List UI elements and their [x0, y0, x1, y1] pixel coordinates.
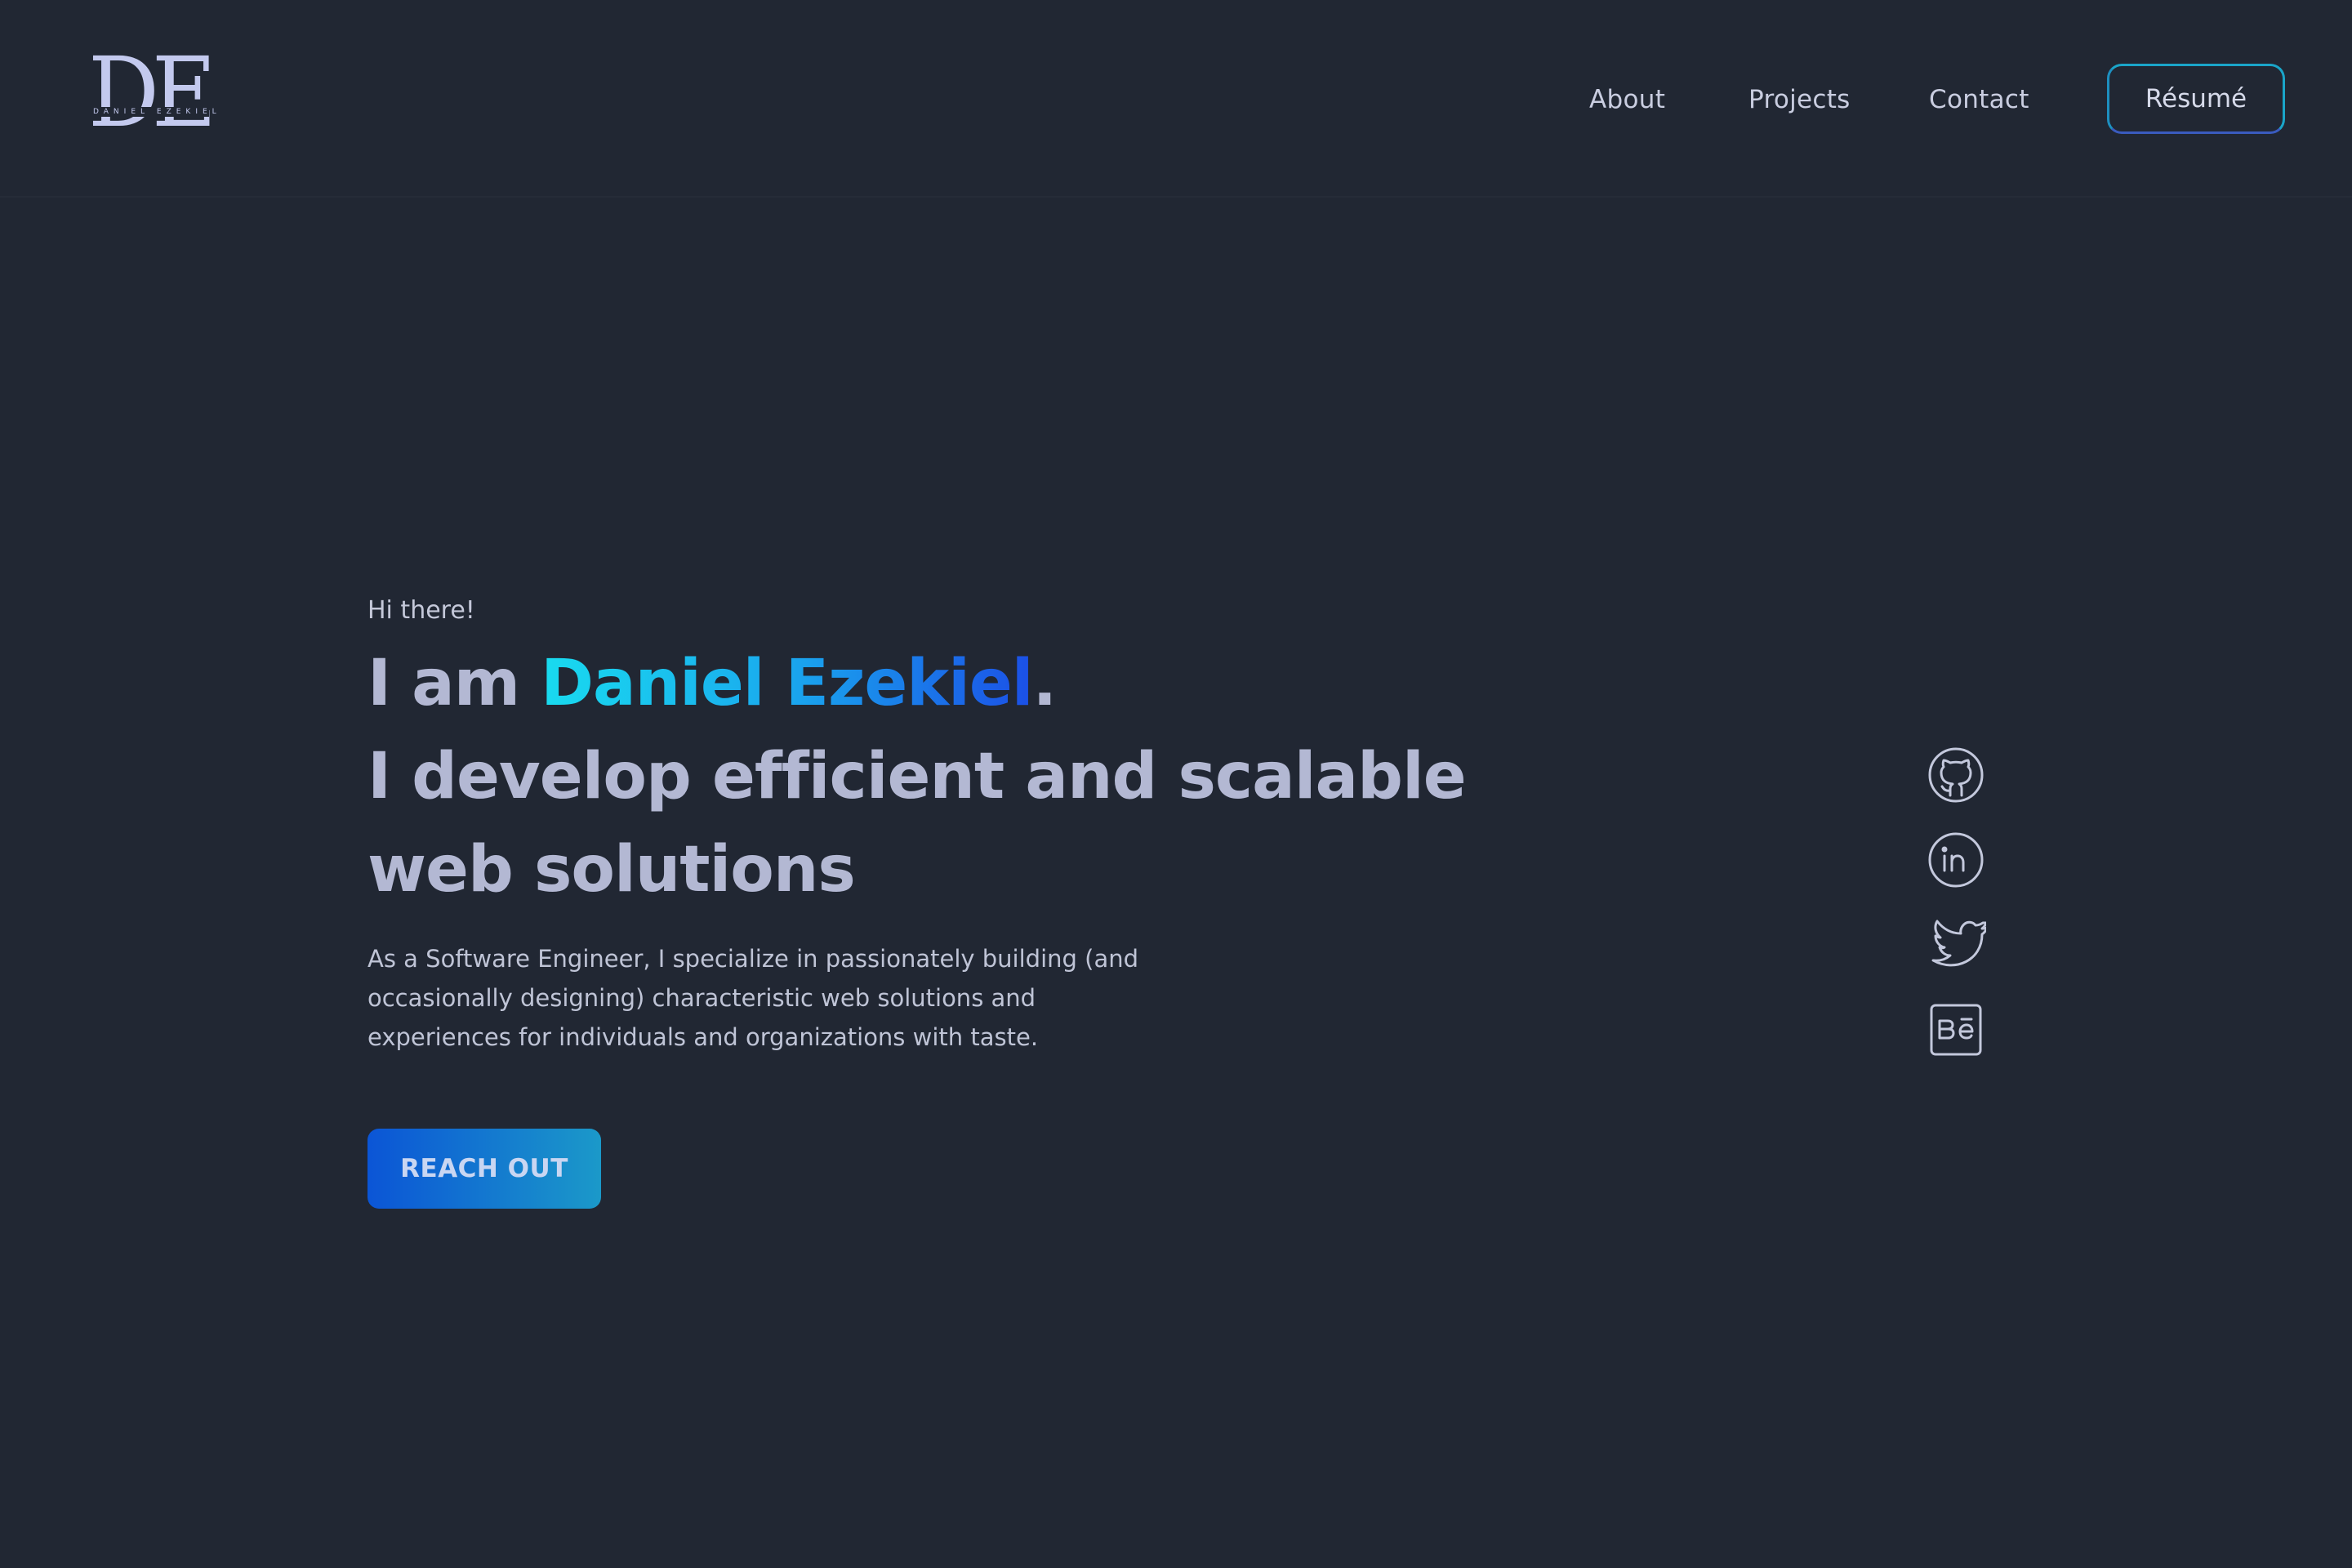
- nav-contact-link[interactable]: Contact: [1929, 82, 2029, 118]
- twitter-link[interactable]: [1926, 915, 1986, 975]
- nav-projects-link[interactable]: Projects: [1748, 82, 1851, 118]
- twitter-icon: [1931, 920, 1986, 967]
- portfolio-page: DE DANIEL EZEKIEL About Projects Contact…: [0, 0, 2352, 1568]
- greeting-text: Hi there!: [368, 596, 475, 625]
- logo[interactable]: DE DANIEL EZEKIEL: [88, 44, 221, 140]
- nav-about-link[interactable]: About: [1589, 82, 1665, 118]
- behance-icon: [1930, 1004, 1982, 1056]
- logo-letters: DE: [88, 36, 216, 149]
- developer-name: Daniel Ezekiel: [541, 647, 1033, 720]
- intro-paragraph: As a Software Engineer, I specialize in …: [368, 945, 1139, 1051]
- hero-headline: I am Daniel Ezekiel. I develop efficient…: [368, 637, 1467, 916]
- logo-subtitle: DANIEL EZEKIEL: [93, 107, 221, 117]
- github-icon: [1928, 747, 1984, 803]
- headline-prefix: I am: [368, 647, 541, 720]
- resume-button[interactable]: Résumé: [2107, 64, 2285, 134]
- headline-line-name: I am Daniel Ezekiel.: [368, 637, 1466, 730]
- linkedin-icon: [1928, 832, 1984, 888]
- reach-out-button[interactable]: REACH OUT: [368, 1129, 601, 1209]
- behance-link[interactable]: [1926, 1000, 1986, 1060]
- site-header: DE DANIEL EZEKIEL About Projects Contact…: [0, 0, 2352, 198]
- headline-period: .: [1032, 647, 1058, 720]
- tagline-line-1: I develop efficient and scalable: [368, 740, 1467, 813]
- tagline-line-2: web solutions: [368, 833, 856, 906]
- linkedin-link[interactable]: [1926, 830, 1986, 890]
- github-link[interactable]: [1926, 745, 1986, 805]
